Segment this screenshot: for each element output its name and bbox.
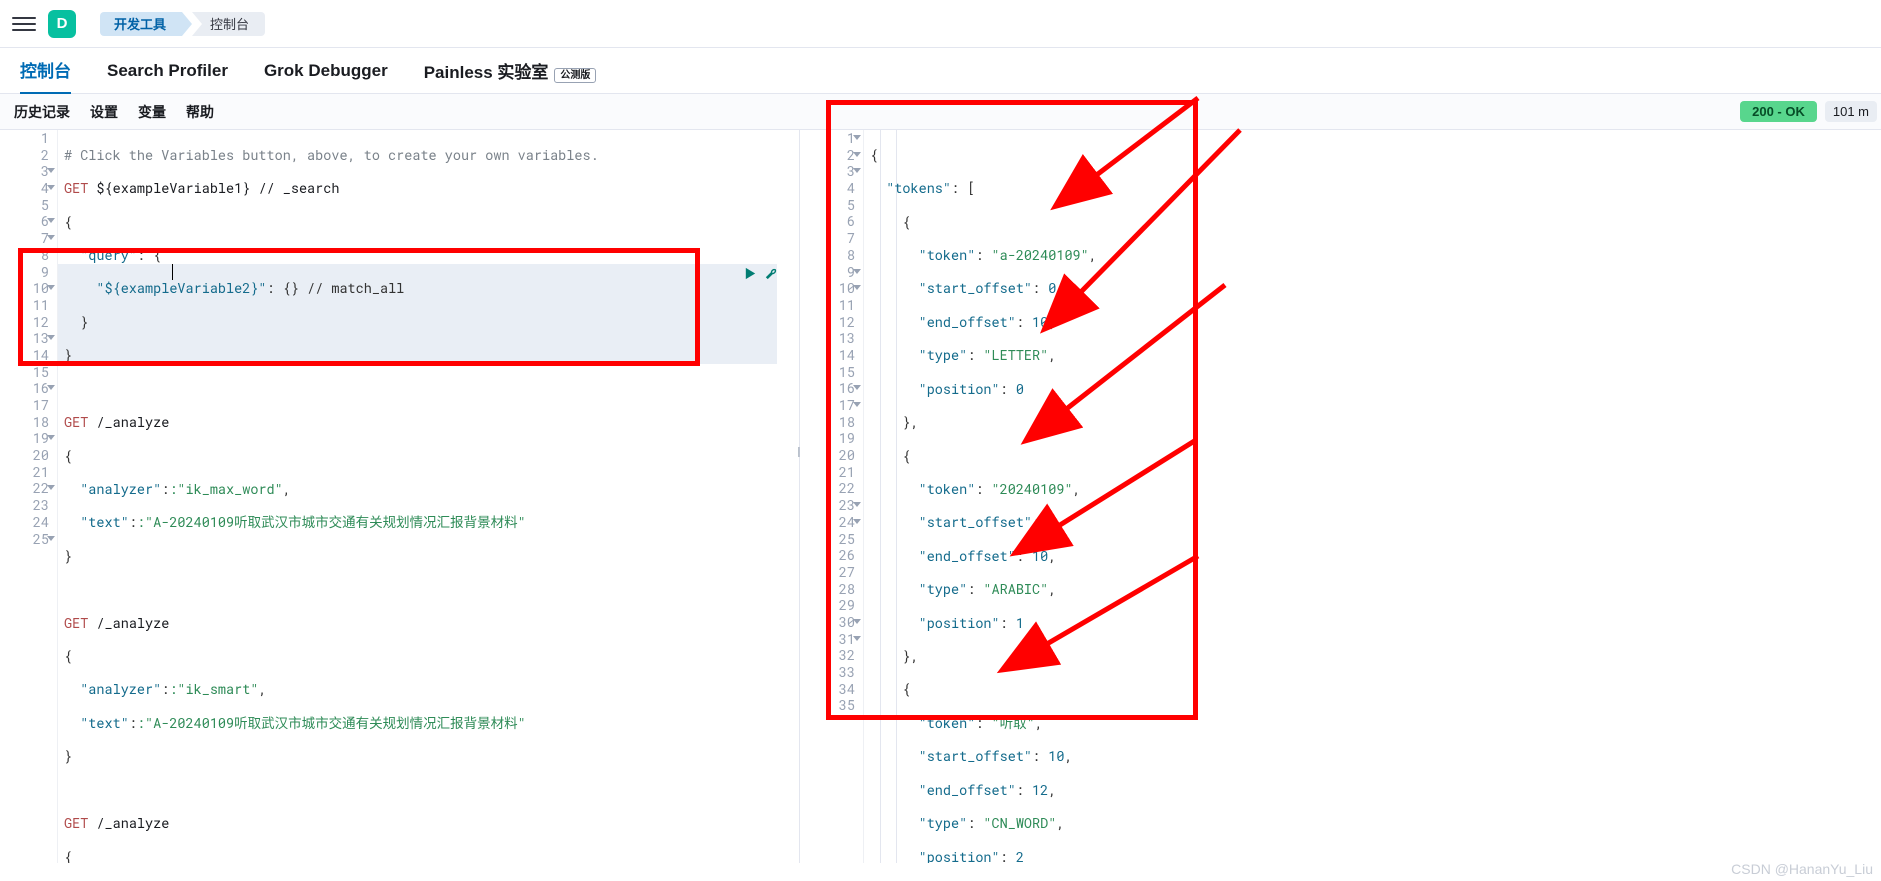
output-code: { "tokens": [ { "token": "a-20240109", "… [864,130,1881,863]
breadcrumb-dev-tools[interactable]: 开发工具 [100,12,182,36]
time-badge: 101 m [1825,101,1877,122]
submenu-history[interactable]: 历史记录 [14,102,70,122]
submenu-variables[interactable]: 变量 [138,102,166,122]
tab-painless-label: Painless 实验室 [424,63,549,82]
editor-code[interactable]: # Click the Variables button, above, to … [58,130,799,863]
tab-painless-lab[interactable]: Painless 实验室公测版 [424,48,597,93]
play-icon[interactable] [743,266,758,285]
app-logo[interactable]: D [48,10,76,38]
output-gutter: 12345 678910 1112131415 1617181920 21222… [800,130,864,863]
wrench-icon[interactable] [764,266,779,285]
submenu-settings[interactable]: 设置 [90,102,118,122]
editor-gutter: 12345 678910 1112131415 1617181920 21222… [0,130,58,863]
editor-split: 12345 678910 1112131415 1617181920 21222… [0,130,1881,863]
tab-grok-debugger[interactable]: Grok Debugger [264,51,388,91]
submenu-help[interactable]: 帮助 [186,102,214,122]
beta-badge: 公测版 [554,68,596,83]
response-output[interactable]: 12345 678910 1112131415 1617181920 21222… [800,130,1881,863]
main-tabs: 控制台 Search Profiler Grok Debugger Painle… [0,48,1881,94]
status-badge: 200 - OK [1740,101,1817,122]
request-editor[interactable]: 12345 678910 1112131415 1617181920 21222… [0,130,800,863]
console-submenu: 历史记录 设置 变量 帮助 200 - OK 101 m [0,94,1881,130]
watermark: CSDN @HananYu_Liu [1731,861,1873,877]
breadcrumb: 开发工具 控制台 [100,12,265,36]
tab-console[interactable]: 控制台 [20,47,71,94]
run-request-controls [743,266,779,285]
nav-toggle-icon[interactable] [12,12,36,36]
tab-search-profiler[interactable]: Search Profiler [107,51,228,91]
breadcrumb-console[interactable]: 控制台 [192,12,265,36]
top-header: D 开发工具 控制台 [0,0,1881,48]
